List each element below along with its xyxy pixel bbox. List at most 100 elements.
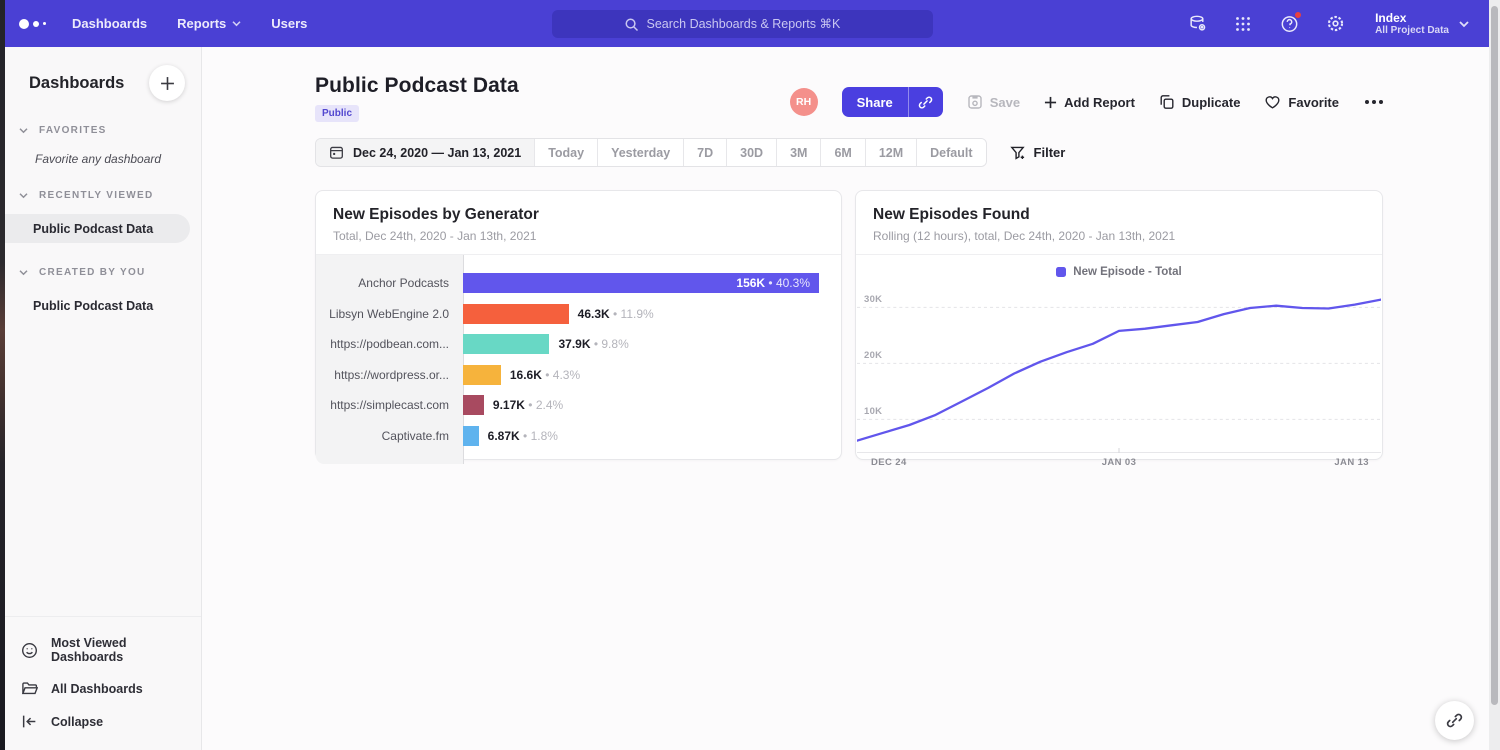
nav-users[interactable]: Users: [271, 16, 307, 31]
bar[interactable]: 156K • 40.3%: [463, 273, 819, 293]
bar-track: 46.3K • 11.9%: [463, 304, 819, 324]
duplicate-button[interactable]: Duplicate: [1159, 94, 1241, 110]
share-button[interactable]: Share: [842, 87, 908, 117]
navbar-right: Index All Project Data: [1187, 0, 1469, 47]
bar-value-label: 6.87K • 1.8%: [488, 429, 558, 443]
chevron-down-icon: [1459, 20, 1469, 28]
main-nav: Dashboards Reports Users: [72, 16, 307, 31]
project-scope: All Project Data: [1375, 25, 1449, 37]
chevron-down-icon: [19, 127, 28, 134]
date-range-button[interactable]: Dec 24, 2020 — Jan 13, 2021: [316, 139, 534, 166]
bar-value-label: 16.6K • 4.3%: [510, 368, 580, 382]
bar-category-label: Libsyn WebEngine 2.0: [316, 307, 463, 321]
app-root: Dashboards Reports Users: [0, 0, 1500, 750]
new-dashboard-button[interactable]: [149, 65, 185, 101]
top-navbar: Dashboards Reports Users: [0, 0, 1489, 47]
card-new-episodes-by-generator: New Episodes by Generator Total, Dec 24t…: [315, 190, 842, 460]
preset-3m[interactable]: 3M: [776, 139, 820, 166]
x-tick-label: DEC 24: [871, 457, 907, 468]
chevron-down-icon: [232, 20, 241, 27]
page-scrollbar: [1489, 0, 1500, 750]
bar[interactable]: [463, 426, 479, 446]
bar-track: 6.87K • 1.8%: [463, 426, 819, 446]
bar-value-label: 9.17K • 2.4%: [493, 398, 563, 412]
sidebar-item-public-podcast-data[interactable]: Public Podcast Data: [5, 214, 190, 243]
bar-row: https://podbean.com...37.9K • 9.8%: [316, 329, 841, 360]
bar-value-label: 156K • 40.3%: [736, 276, 810, 290]
apps-grid-icon[interactable]: [1233, 14, 1253, 34]
nav-dashboards[interactable]: Dashboards: [72, 16, 147, 31]
preset-today[interactable]: Today: [534, 139, 597, 166]
more-options-icon[interactable]: [1363, 96, 1385, 108]
line-chart[interactable]: 10K 20K 30K: [857, 285, 1381, 453]
share-split-button: Share: [842, 87, 943, 117]
preset-yesterday[interactable]: Yesterday: [597, 139, 683, 166]
share-link-fab[interactable]: [1435, 701, 1474, 740]
y-tick-label: 10K: [864, 406, 882, 417]
section-created-by-you[interactable]: CREATED BY YOU: [5, 267, 201, 278]
favorite-button[interactable]: Favorite: [1264, 94, 1339, 110]
preset-default[interactable]: Default: [916, 139, 985, 166]
nav-reports[interactable]: Reports: [177, 16, 241, 31]
bar[interactable]: [463, 304, 569, 324]
bar[interactable]: [463, 334, 549, 354]
filter-button[interactable]: Filter: [1010, 145, 1066, 161]
bar-track: 16.6K • 4.3%: [463, 365, 819, 385]
global-search[interactable]: [552, 10, 933, 38]
bar-row: Libsyn WebEngine 2.046.3K • 11.9%: [316, 299, 841, 330]
smiley-icon: [21, 642, 38, 659]
favorites-empty-note: Favorite any dashboard: [35, 152, 201, 166]
help-icon[interactable]: [1279, 14, 1299, 34]
public-badge: Public: [315, 105, 359, 122]
y-tick-label: 30K: [864, 294, 882, 305]
most-viewed-dashboards-button[interactable]: Most Viewed Dashboards: [5, 628, 201, 672]
duplicate-icon: [1159, 94, 1175, 110]
chevron-down-icon: [19, 269, 28, 276]
bar[interactable]: [463, 395, 484, 415]
project-selector[interactable]: Index All Project Data: [1375, 11, 1469, 37]
bar-chart: Anchor Podcasts 156K • 40.3% Libsyn WebEng…: [316, 255, 841, 465]
sidebar-footer: Most Viewed Dashboards All Dashboards Co…: [5, 616, 201, 750]
card-new-episodes-found: New Episodes Found Rolling (12 hours), t…: [855, 190, 1383, 460]
settings-gear-icon[interactable]: [1325, 14, 1345, 34]
header-actions: RH Share Save Add Report: [790, 87, 1385, 117]
preset-30d[interactable]: 30D: [726, 139, 776, 166]
save-button[interactable]: Save: [967, 94, 1020, 110]
bar-track: 9.17K • 2.4%: [463, 395, 819, 415]
date-toolbar: Dec 24, 2020 — Jan 13, 2021 TodayYesterd…: [315, 138, 1385, 167]
scrollbar-thumb[interactable]: [1491, 6, 1498, 705]
add-report-button[interactable]: Add Report: [1044, 95, 1135, 110]
section-recently-viewed[interactable]: RECENTLY VIEWED: [5, 190, 201, 201]
app-logo[interactable]: [19, 19, 46, 29]
preset-12m[interactable]: 12M: [865, 139, 916, 166]
bar-category-label: Anchor Podcasts: [316, 276, 463, 290]
chart-subtitle: Rolling (12 hours), total, Dec 24th, 202…: [873, 229, 1365, 243]
plus-icon: [1044, 96, 1057, 109]
x-tick-label: JAN 03: [1102, 457, 1137, 468]
link-icon: [918, 95, 933, 110]
filter-funnel-icon: [1010, 145, 1026, 161]
bar-track: 156K • 40.3%: [463, 273, 819, 293]
chart-title: New Episodes Found: [873, 206, 1365, 224]
y-tick-label: 20K: [864, 350, 882, 361]
bar-track: 37.9K • 9.8%: [463, 334, 819, 354]
data-sources-icon[interactable]: [1187, 14, 1207, 34]
bar[interactable]: [463, 365, 501, 385]
share-link-button[interactable]: [908, 87, 943, 117]
section-favorites[interactable]: FAVORITES: [5, 125, 201, 136]
sidebar-title: Dashboards: [29, 74, 124, 93]
bar-category-label: https://simplecast.com: [316, 398, 463, 412]
sidebar: Dashboards FAVORITES Favorite any dashbo…: [5, 47, 202, 750]
search-input[interactable]: [647, 17, 862, 31]
sidebar-item-public-podcast-data-created[interactable]: Public Podcast Data: [5, 291, 201, 320]
collapse-sidebar-button[interactable]: Collapse: [5, 705, 201, 738]
plus-icon: [160, 76, 175, 91]
desktop-edge: [0, 0, 5, 750]
chart-legend[interactable]: New Episode - Total: [857, 264, 1381, 280]
project-name: Index: [1375, 11, 1449, 25]
avatar[interactable]: RH: [790, 88, 818, 116]
all-dashboards-button[interactable]: All Dashboards: [5, 672, 201, 705]
preset-7d[interactable]: 7D: [683, 139, 726, 166]
preset-6m[interactable]: 6M: [820, 139, 864, 166]
main-content: Public Podcast Data Public RH Share Save: [203, 47, 1489, 750]
